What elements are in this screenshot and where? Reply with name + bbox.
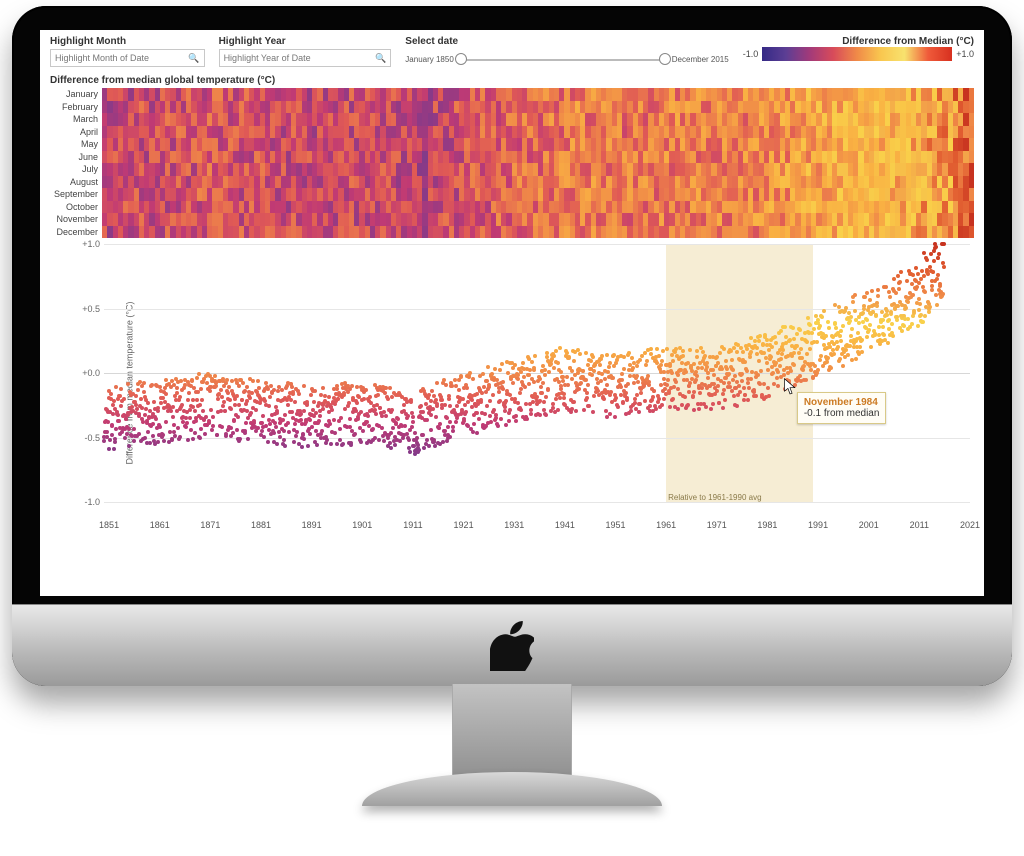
dashboard: Highlight Month Highlight Month of Date … — [40, 30, 984, 596]
highlight-month-dropdown[interactable]: Highlight Month of Date 🔍 — [50, 49, 205, 67]
scatter-y-tick: +0.0 — [74, 368, 100, 378]
tooltip-body: -0.1 from median — [804, 408, 880, 419]
slider-track — [458, 59, 668, 61]
search-icon: 🔍 — [375, 53, 386, 64]
scatter-x-tick: 2021 — [960, 520, 980, 530]
reference-band-label: Relative to 1961-1990 avg — [668, 493, 761, 502]
heatmap-month-label: May — [50, 138, 98, 151]
monitor-chin — [12, 604, 1012, 686]
highlight-month-control: Highlight Month Highlight Month of Date … — [50, 36, 205, 67]
scatter-x-tick: 1931 — [504, 520, 524, 530]
heatmap-area: JanuaryFebruaryMarchAprilMayJuneJulyAugu… — [50, 88, 974, 238]
highlight-year-control: Highlight Year Highlight Year of Date 🔍 — [219, 36, 392, 67]
scatter-x-tick: 1871 — [200, 520, 220, 530]
tooltip-title: November 1984 — [804, 397, 880, 408]
scatter-x-tick: 1911 — [403, 520, 422, 530]
highlight-year-dropdown[interactable]: Highlight Year of Date 🔍 — [219, 49, 392, 67]
tooltip: November 1984 -0.1 from median — [797, 392, 887, 424]
heatmap-month-label: November — [50, 213, 98, 226]
monitor-frame: Highlight Month Highlight Month of Date … — [12, 6, 1012, 686]
highlight-year-placeholder: Highlight Year of Date — [224, 53, 311, 63]
scatter-area: Difference from median temperature (°C) … — [50, 244, 974, 522]
scatter-x-tick: 1981 — [757, 520, 777, 530]
heatmap-month-label: July — [50, 163, 98, 176]
scatter-chart[interactable]: Relative to 1961-1990 avg +1.0+0.5+0.0-0… — [104, 244, 970, 502]
select-date-start: January 1850 — [405, 55, 453, 64]
heatmap-month-label: February — [50, 101, 98, 114]
scatter-y-tick: +1.0 — [74, 239, 100, 249]
heatmap-month-label: October — [50, 201, 98, 214]
legend-max: +1.0 — [956, 49, 974, 59]
search-icon: 🔍 — [188, 53, 199, 64]
scatter-x-tick: 2011 — [910, 520, 929, 530]
scatter-x-tick: 1921 — [454, 520, 474, 530]
legend-gradient-bar — [762, 47, 952, 61]
highlight-month-label: Highlight Month — [50, 36, 205, 47]
highlight-month-placeholder: Highlight Month of Date — [55, 53, 149, 63]
scatter-x-tick: 1941 — [555, 520, 575, 530]
scatter-y-tick: -0.5 — [74, 433, 100, 443]
scatter-y-tick: +0.5 — [74, 304, 100, 314]
slider-handle-end[interactable] — [659, 53, 671, 65]
select-date-control: Select date January 1850 December 2015 — [405, 36, 728, 69]
heatmap-month-labels: JanuaryFebruaryMarchAprilMayJuneJulyAugu… — [50, 88, 102, 238]
select-date-label: Select date — [405, 36, 728, 47]
scatter-x-tick: 1861 — [150, 520, 170, 530]
select-date-end: December 2015 — [672, 55, 729, 64]
controls-row: Highlight Month Highlight Month of Date … — [50, 36, 974, 69]
scatter-x-tick: 1951 — [605, 520, 625, 530]
legend-min: -1.0 — [743, 49, 759, 59]
scatter-x-tick: 1851 — [99, 520, 119, 530]
stage: Highlight Month Highlight Month of Date … — [0, 0, 1024, 856]
heatmap-month-label: December — [50, 226, 98, 239]
legend-title: Difference from Median (°C) — [743, 36, 974, 47]
heatmap-month-label: April — [50, 126, 98, 139]
scatter-x-tick: 1991 — [808, 520, 828, 530]
heatmap-month-label: June — [50, 151, 98, 164]
heatmap-month-label: August — [50, 176, 98, 189]
date-range-slider[interactable] — [458, 49, 668, 69]
heatmap-month-label: March — [50, 113, 98, 126]
scatter-x-tick: 1881 — [251, 520, 271, 530]
monitor-foot — [362, 772, 662, 806]
slider-handle-start[interactable] — [455, 53, 467, 65]
color-legend: Difference from Median (°C) -1.0 +1.0 — [743, 36, 974, 61]
apple-logo-icon — [490, 621, 534, 671]
scatter-x-tick: 1961 — [656, 520, 676, 530]
scatter-x-tick: 1891 — [302, 520, 322, 530]
dashboard-screen: Highlight Month Highlight Month of Date … — [40, 30, 984, 596]
scatter-x-tick: 1971 — [707, 520, 727, 530]
heatmap-chart[interactable] — [102, 88, 974, 238]
monitor-neck — [452, 684, 572, 780]
heatmap-title: Difference from median global temperatur… — [50, 75, 974, 86]
heatmap-month-label: January — [50, 88, 98, 101]
scatter-y-tick: -1.0 — [74, 497, 100, 507]
highlight-year-label: Highlight Year — [219, 36, 392, 47]
scatter-x-tick: 1901 — [352, 520, 372, 530]
scatter-x-tick: 2001 — [859, 520, 879, 530]
heatmap-month-label: September — [50, 188, 98, 201]
